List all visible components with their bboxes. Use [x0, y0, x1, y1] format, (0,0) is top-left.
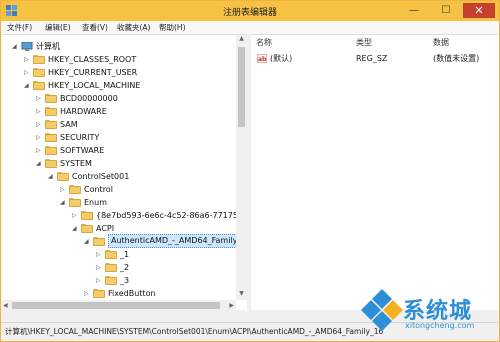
collapsed-arrow-icon[interactable]: ▷ — [36, 118, 44, 131]
value-data: (数值未设置) — [433, 54, 480, 63]
tree-vertical-scrollbar[interactable]: ▲ ▼ — [236, 35, 247, 300]
title-bar[interactable]: 注册表编辑器 — ☐ ✕ — [1, 1, 499, 21]
collapsed-arrow-icon[interactable]: ▷ — [96, 274, 104, 287]
folder-icon — [33, 68, 45, 77]
collapsed-arrow-icon[interactable]: ▷ — [36, 92, 44, 105]
tree-node-label: {8e7bd593-6e6c-4c52-86a6-7717549 — [96, 211, 247, 220]
tree-node-label: SAM — [60, 120, 78, 129]
menu-view[interactable]: 查看(V) — [82, 22, 108, 33]
folder-icon — [45, 159, 57, 168]
maximize-button[interactable]: ☐ — [433, 3, 459, 18]
current-key-path: 计算机\HKEY_LOCAL_MACHINE\SYSTEM\ControlSet… — [5, 327, 384, 336]
watermark-url: xitongcheng.com — [405, 321, 475, 330]
collapsed-arrow-icon[interactable]: ▷ — [72, 209, 80, 222]
collapsed-arrow-icon[interactable]: ▷ — [96, 248, 104, 261]
tree-node-label: SECURITY — [60, 133, 100, 142]
tree-node-label: HKEY_CLASSES_ROOT — [48, 55, 137, 64]
tree-node-label: _1 — [120, 250, 130, 259]
folder-icon — [105, 250, 117, 259]
tree-node-label: HKEY_LOCAL_MACHINE — [48, 81, 141, 90]
folder-icon — [69, 185, 81, 194]
values-list[interactable]: 名称 类型 数据 ab (默认) REG_SZ (数值未设置) — [251, 34, 499, 310]
tree-node-label: Enum — [84, 198, 107, 207]
tree-node-label: 计算机 — [36, 42, 60, 51]
hscroll-thumb[interactable] — [12, 302, 220, 309]
folder-icon — [93, 289, 105, 298]
folder-icon — [57, 172, 69, 181]
tree-node-label: HARDWARE — [60, 107, 107, 116]
collapsed-arrow-icon[interactable]: ▷ — [84, 287, 92, 300]
collapsed-arrow-icon[interactable]: ▷ — [36, 131, 44, 144]
registry-tree[interactable]: ◢ 计算机 ▷ HKEY_CLASSES_ROOT ▷ HKEY_CURRENT_USER… — [2, 34, 247, 310]
menu-favorites[interactable]: 收藏夹(A) — [117, 22, 150, 33]
expanded-arrow-icon[interactable]: ◢ — [12, 40, 20, 53]
folder-icon — [45, 133, 57, 142]
tree-node-label: ControlSet001 — [72, 172, 130, 181]
collapsed-arrow-icon[interactable]: ▷ — [24, 66, 32, 79]
folder-icon — [69, 198, 81, 207]
folder-icon — [45, 120, 57, 129]
folder-icon — [45, 107, 57, 116]
folder-icon — [45, 146, 57, 155]
list-item[interactable]: ab (默认) REG_SZ (数值未设置) — [253, 52, 497, 65]
folder-icon — [33, 55, 45, 64]
folder-icon — [33, 81, 45, 90]
menu-edit[interactable]: 编辑(E) — [45, 22, 71, 33]
menu-bar: 文件(F) 编辑(E) 查看(V) 收藏夹(A) 帮助(H) — [1, 21, 499, 34]
watermark: 系统城 xitongcheng.com — [359, 287, 499, 341]
menu-file[interactable]: 文件(F) — [7, 22, 32, 33]
folder-icon — [81, 224, 93, 233]
folder-icon — [105, 263, 117, 272]
folder-icon — [81, 211, 93, 220]
string-value-icon: ab — [257, 54, 267, 63]
folder-icon — [45, 94, 57, 103]
xitongcheng-logo-icon — [361, 289, 403, 331]
tree-node-label: _3 — [120, 276, 130, 285]
collapsed-arrow-icon[interactable]: ▷ — [60, 183, 68, 196]
menu-help[interactable]: 帮助(H) — [159, 22, 186, 33]
expanded-arrow-icon[interactable]: ◢ — [72, 222, 80, 235]
collapsed-arrow-icon[interactable]: ▷ — [24, 53, 32, 66]
collapsed-arrow-icon[interactable]: ▷ — [36, 144, 44, 157]
column-header-name[interactable]: 名称 — [256, 37, 272, 48]
tree-node-label: SOFTWARE — [60, 146, 105, 155]
minimize-button[interactable]: — — [401, 3, 427, 18]
expanded-arrow-icon[interactable]: ◢ — [24, 79, 32, 92]
expanded-arrow-icon[interactable]: ◢ — [36, 157, 44, 170]
registry-editor-window: 注册表编辑器 — ☐ ✕ 文件(F) 编辑(E) 查看(V) 收藏夹(A) 帮助… — [0, 0, 500, 342]
expanded-arrow-icon[interactable]: ◢ — [60, 196, 68, 209]
tree-node-label: _2 — [120, 263, 130, 272]
folder-icon — [105, 276, 117, 285]
tree-node-label: BCD00000000 — [60, 94, 118, 103]
value-type: REG_SZ — [356, 54, 388, 63]
tree-horizontal-scrollbar[interactable]: ◀ ▶ — [2, 300, 236, 310]
scroll-down-arrow-icon[interactable]: ▼ — [236, 290, 247, 300]
computer-icon — [21, 41, 33, 51]
tree-node-label: HKEY_CURRENT_USER — [48, 68, 138, 77]
collapsed-arrow-icon[interactable]: ▷ — [36, 105, 44, 118]
expanded-arrow-icon[interactable]: ◢ — [48, 170, 56, 183]
folder-icon — [93, 237, 105, 246]
scroll-left-arrow-icon[interactable]: ◀ — [3, 300, 8, 310]
tree-node-label: Control — [84, 185, 113, 194]
expanded-arrow-icon[interactable]: ◢ — [84, 235, 92, 248]
collapsed-arrow-icon[interactable]: ▷ — [96, 261, 104, 274]
tree-node-label: FixedButton — [108, 289, 156, 298]
tree-node-label: AuthenticAMD_-_AMD64_Family_16 — [108, 234, 247, 248]
value-name: (默认) — [270, 54, 293, 63]
column-header-data[interactable]: 数据 — [433, 37, 449, 48]
column-header-type[interactable]: 类型 — [356, 37, 372, 48]
tree-node-label: SYSTEM — [60, 159, 92, 168]
close-button[interactable]: ✕ — [463, 3, 495, 18]
scroll-up-arrow-icon[interactable]: ▲ — [236, 35, 247, 45]
scroll-thumb[interactable] — [238, 47, 245, 127]
scroll-right-arrow-icon[interactable]: ▶ — [229, 300, 234, 310]
